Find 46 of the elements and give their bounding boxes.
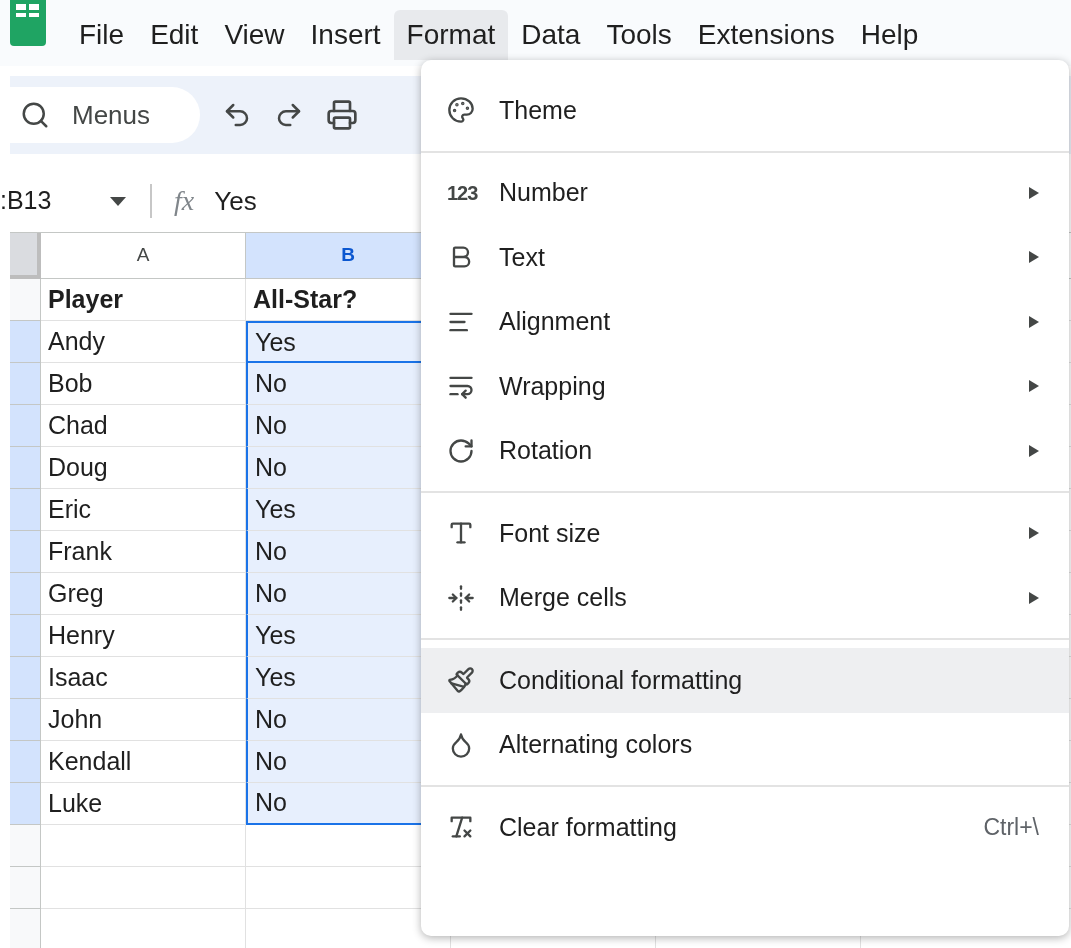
- row-header[interactable]: [10, 825, 41, 867]
- row-header[interactable]: [10, 657, 41, 699]
- row-header[interactable]: [10, 573, 41, 615]
- spreadsheet-logo[interactable]: [10, 0, 46, 46]
- menu-item[interactable]: View: [211, 10, 298, 60]
- menu-item[interactable]: Format: [393, 10, 509, 60]
- select-all-corner[interactable]: [10, 233, 41, 279]
- search-field[interactable]: Menus: [10, 87, 200, 143]
- row-header[interactable]: [10, 363, 41, 405]
- formula-text: Yes: [214, 184, 257, 218]
- dropdown-caret-icon[interactable]: [110, 196, 126, 206]
- row-header[interactable]: [10, 531, 41, 573]
- menu-item[interactable]: Insert: [297, 10, 394, 60]
- row-header[interactable]: [10, 741, 41, 783]
- column-header[interactable]: A: [41, 233, 246, 279]
- menu-option[interactable]: Conditional formatting: [421, 648, 1069, 713]
- row-header[interactable]: [10, 405, 41, 447]
- row-header[interactable]: [10, 489, 41, 531]
- menu-item[interactable]: Tools: [593, 10, 685, 60]
- table-cell[interactable]: Player: [41, 279, 246, 321]
- menu-item[interactable]: Help: [847, 10, 932, 60]
- row-header[interactable]: [10, 699, 41, 741]
- row-header[interactable]: [10, 783, 41, 825]
- menu-option[interactable]: 123 Number: [421, 160, 1069, 225]
- menu-item[interactable]: Data: [508, 10, 594, 60]
- number-format-icon: 123: [447, 177, 483, 208]
- paintbrush-icon: [447, 666, 475, 695]
- menu-item[interactable]: Extensions: [684, 10, 848, 60]
- menu-item[interactable]: File: [66, 10, 138, 60]
- table-cell[interactable]: [41, 867, 246, 909]
- menu-option[interactable]: Theme: [421, 78, 1069, 143]
- search-icon: [20, 100, 50, 130]
- row-header[interactable]: [10, 867, 41, 909]
- row-header[interactable]: [10, 279, 41, 321]
- name-box[interactable]: :B13: [0, 182, 110, 220]
- row-header[interactable]: [10, 447, 41, 489]
- function-icon: fx: [172, 184, 197, 218]
- row-header[interactable]: [10, 909, 41, 948]
- table-cell[interactable]: [41, 825, 246, 867]
- row-header[interactable]: [10, 615, 41, 657]
- palette-icon: [447, 96, 475, 125]
- print-icon[interactable]: [326, 99, 358, 131]
- menu-item[interactable]: Edit: [137, 10, 212, 60]
- merge-icon: [447, 583, 475, 612]
- row-header[interactable]: [10, 321, 41, 363]
- rotation-icon: [447, 436, 475, 465]
